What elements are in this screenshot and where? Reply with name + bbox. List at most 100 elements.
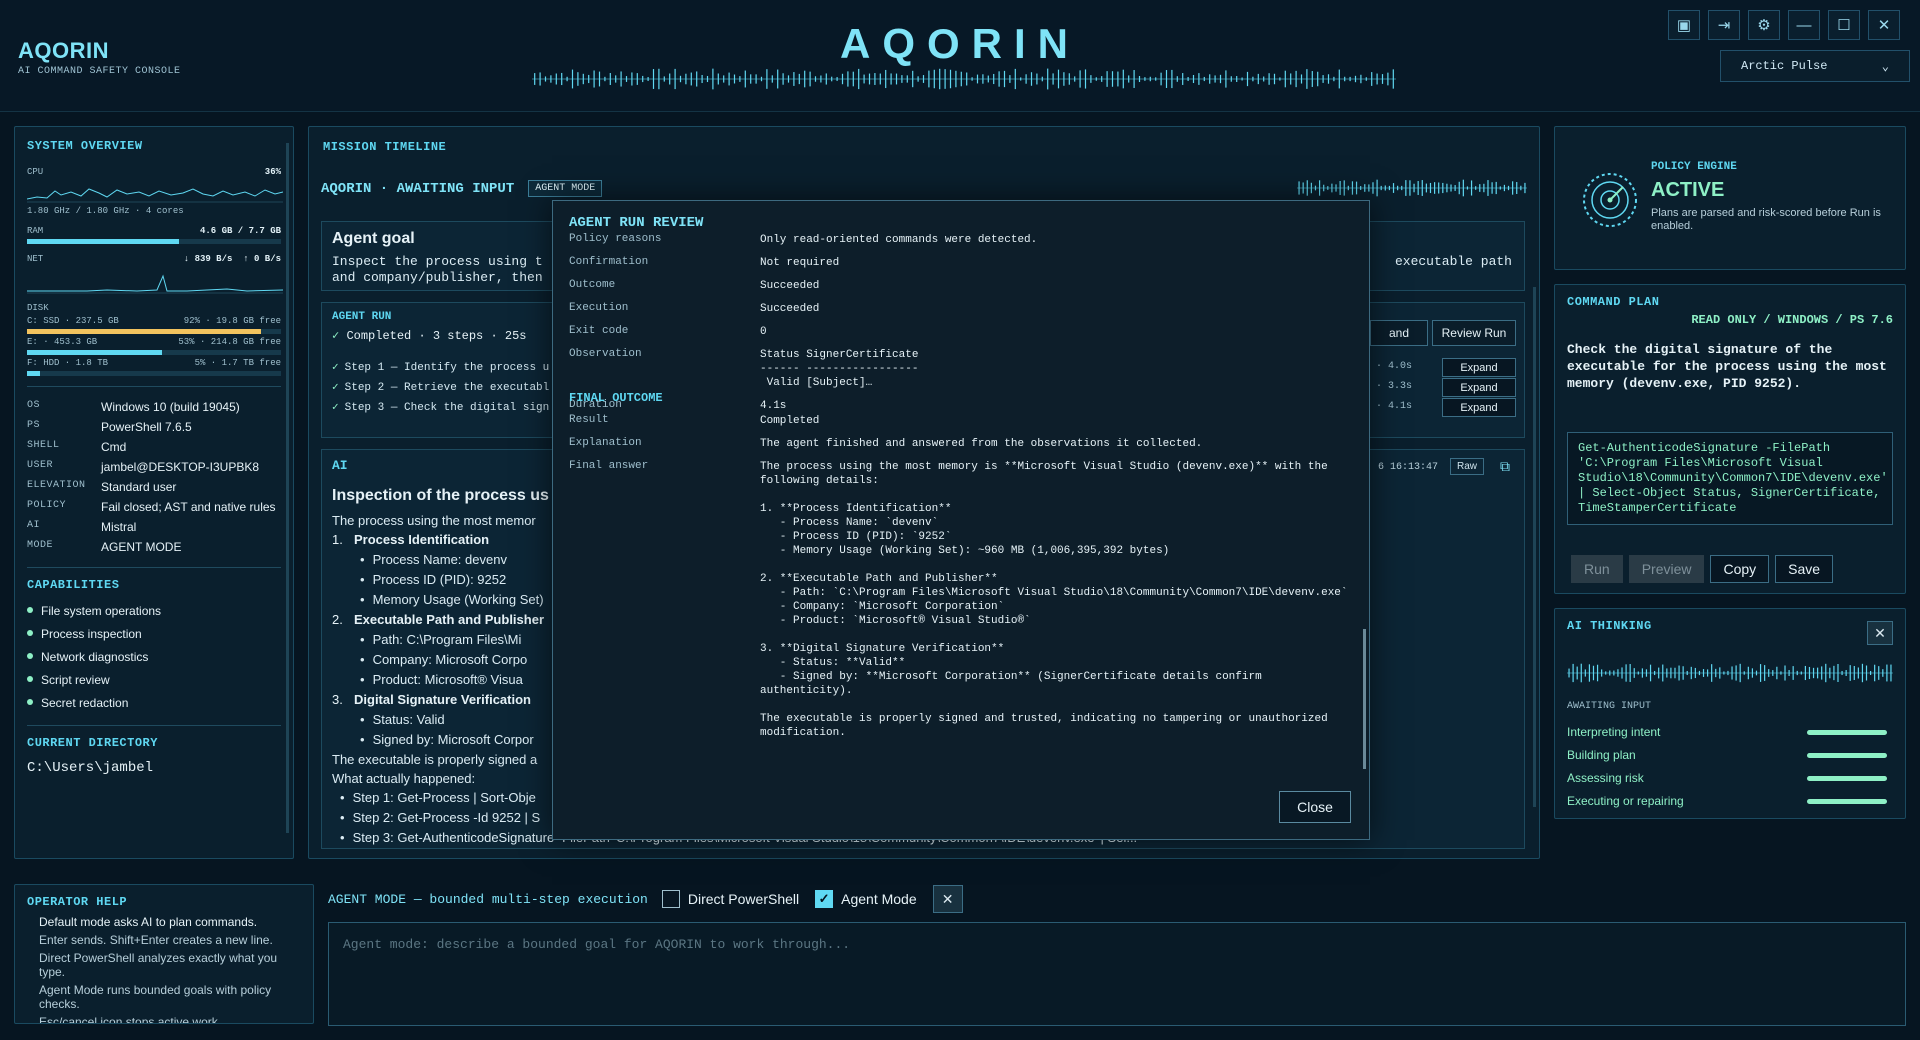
direct-powershell-checkbox[interactable]: Direct PowerShell (661, 890, 800, 908)
cancel-icon[interactable]: ✕ (932, 885, 963, 913)
capability-item: Secret redaction (27, 692, 281, 715)
dialog-row-key: Confirmation (569, 256, 649, 268)
timeline-status: AQORIN · AWAITING INPUT AGENT MODE (321, 180, 603, 197)
header-waveform (532, 68, 1396, 90)
agent-goal-text-right: executable path (1394, 254, 1512, 269)
expand-button[interactable]: Expand (1442, 378, 1516, 397)
operator-help-title: OPERATOR HELP (27, 895, 128, 909)
command-plan-panel: COMMAND PLAN READ ONLY / WINDOWS / PS 7.… (1554, 284, 1906, 594)
preview-button[interactable]: Preview (1628, 555, 1705, 583)
review-run-button[interactable]: Review Run (1432, 320, 1516, 346)
capability-item: Script review (27, 669, 281, 692)
theme-select[interactable]: Arctic Pulse ⌄ (1720, 50, 1910, 82)
current-directory: C:\Users\jambel (27, 760, 154, 776)
thinking-stage-label: Interpreting intent (1567, 725, 1661, 739)
panel-icon[interactable]: ▣ (1668, 10, 1700, 40)
system-info-value: Cmd (101, 440, 127, 454)
expand-button[interactable]: Expand (1442, 358, 1516, 377)
login-icon[interactable]: ⇥ (1708, 10, 1740, 40)
thinking-waveform (1567, 663, 1893, 683)
dialog-row-value: Succeeded (760, 303, 820, 315)
system-info-key: AI (27, 520, 41, 531)
disk-bar-fill (27, 350, 162, 355)
agent-step-text: Step 3 — Check the digital sign (344, 402, 550, 414)
sidebar-scrollbar[interactable] (286, 143, 289, 833)
direct-powershell-label: Direct PowerShell (687, 891, 800, 907)
thinking-state: AWAITING INPUT (1567, 701, 1652, 712)
disk-detail: 53% · 214.8 GB free (178, 337, 281, 347)
agent-mode-checkbox[interactable]: ✓ Agent Mode (815, 890, 917, 908)
ai-section-title: Digital Signature Verification (354, 692, 531, 707)
expand-button[interactable]: Expand (1442, 398, 1516, 417)
system-info-row: MODE AGENT MODE (27, 537, 281, 557)
disk-label: DISK (27, 303, 49, 313)
ai-timestamp: 6 16:13:47 (1377, 462, 1438, 473)
settings-icon[interactable]: ⚙ (1748, 10, 1780, 40)
dialog-final-row: Final answer The process using the most m… (569, 460, 1348, 740)
disk-bar-fill (27, 329, 261, 334)
system-info-row: PS PowerShell 7.6.5 (27, 417, 281, 437)
agent-step[interactable]: ✓ Step 2 — Retrieve the executabl (332, 380, 549, 394)
maximize-icon[interactable]: ☐ (1828, 10, 1860, 40)
command-plan-tags: READ ONLY / WINDOWS / PS 7.6 (1691, 313, 1893, 327)
check-icon: ✓ (332, 402, 339, 414)
disk-drive: C: SSD · 237.5 GB 92% · 19.8 GB free (27, 316, 281, 334)
net-up: ↑ 0 B/s (243, 254, 281, 264)
dialog-row: Policy reasons Only read-oriented command… (569, 233, 1037, 247)
command-plan-actions: Run Preview Copy Save (1571, 555, 1834, 583)
system-info-key: POLICY (27, 500, 67, 511)
capabilities-title: CAPABILITIES (27, 578, 120, 592)
close-icon[interactable]: ✕ (1868, 10, 1900, 40)
dialog-row-value: Only read-oriented commands were detecte… (760, 234, 1038, 246)
minimize-icon[interactable]: — (1788, 10, 1820, 40)
copy-icon[interactable]: ⧉ (1500, 458, 1510, 475)
dialog-row-key: Result (569, 414, 609, 426)
net-sparkline (27, 274, 284, 294)
dialog-row-key: Outcome (569, 279, 616, 291)
prompt-input[interactable]: Agent mode: describe a bounded goal for … (328, 922, 1906, 1026)
system-info-value: Windows 10 (build 19045) (101, 400, 240, 414)
thinking-stage-bar (1807, 729, 1887, 735)
main-title: AQORIN (840, 20, 1080, 67)
close-icon[interactable]: ✕ (1867, 621, 1893, 645)
current-directory-title: CURRENT DIRECTORY (27, 736, 158, 750)
dialog-row-value: Status SignerCertificate ------ --------… (760, 349, 919, 389)
system-info-key: OS (27, 400, 41, 411)
close-button[interactable]: Close (1279, 791, 1351, 823)
ai-section-number: 1. (332, 532, 343, 547)
expand-all-button[interactable]: and (1370, 320, 1428, 346)
help-line: Esc/cancel icon stops active work. (39, 1015, 222, 1024)
ai-section-title: Executable Path and Publisher (354, 612, 544, 627)
agent-goal-text-line2: and company/publisher, then (332, 270, 543, 285)
dialog-scrollbar[interactable] (1363, 629, 1366, 769)
run-button[interactable]: Run (1571, 555, 1623, 583)
ai-thinking-panel: AI THINKING ✕ AWAITING INPUT Interpretin… (1554, 608, 1906, 819)
command-plan-title: COMMAND PLAN (1567, 295, 1660, 309)
dialog-final-row: Explanation The agent finished and answer… (569, 437, 1202, 451)
divider (27, 567, 281, 568)
agent-step[interactable]: ✓ Step 3 — Check the digital sign (332, 400, 549, 414)
system-info-value: Fail closed; AST and native rules (101, 500, 276, 514)
agent-goal-text-left: Inspect the process using t (332, 254, 543, 269)
ram-value: 4.6 GB / 7.7 GB (199, 226, 281, 236)
raw-button[interactable]: Raw (1449, 458, 1484, 475)
agent-step[interactable]: ✓ Step 1 — Identify the process u (332, 360, 549, 374)
dialog-row-value: Succeeded (760, 280, 820, 292)
disk-detail: 92% · 19.8 GB free (183, 316, 281, 326)
cpu-detail: 1.80 GHz / 1.80 GHz · 4 cores (27, 206, 184, 216)
dialog-row-key: Exit code (569, 325, 629, 337)
dialog-row: Observation Status SignerCertificate ----… (569, 348, 918, 390)
copy-button[interactable]: Copy (1710, 555, 1770, 583)
dialog-row-key: Execution (569, 302, 629, 314)
timeline-scrollbar[interactable] (1533, 287, 1536, 807)
command-plan-code[interactable]: Get-AuthenticodeSignature -FilePath 'C:\… (1567, 432, 1893, 525)
ai-section-number: 3. (332, 692, 343, 707)
dialog-row: Confirmation Not required (569, 256, 839, 270)
dialog-title: AGENT RUN REVIEW (569, 215, 704, 231)
disk-bar (27, 329, 281, 334)
ram-metric: RAM 4.6 GB / 7.7 GB (27, 226, 281, 244)
disk-detail: 5% · 1.7 TB free (194, 358, 281, 368)
disk-bar (27, 371, 281, 376)
net-down: ↓ 839 B/s (183, 254, 233, 264)
save-button[interactable]: Save (1775, 555, 1834, 583)
